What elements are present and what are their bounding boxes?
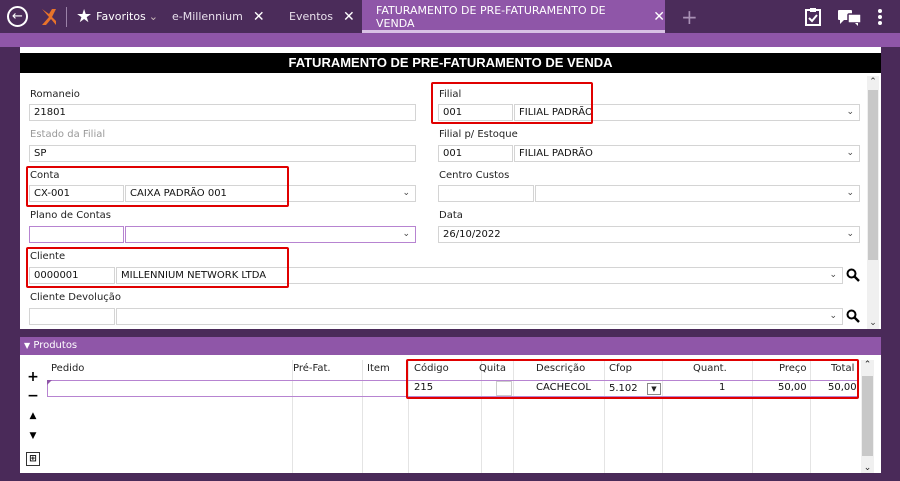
chevron-down-icon: ⌄ bbox=[402, 229, 410, 239]
scroll-up-icon[interactable]: ⌃ bbox=[867, 77, 879, 87]
tab-e-millennium[interactable]: e-Millennium ✕ bbox=[172, 0, 265, 33]
plano-contas-code-field[interactable] bbox=[29, 226, 124, 243]
filial-estoque-label: Filial p/ Estoque bbox=[439, 129, 518, 140]
tab-label: e-Millennium bbox=[172, 10, 243, 23]
col-item[interactable]: Item bbox=[367, 360, 390, 378]
row-controls: + − ▲ ▼ ⊞ bbox=[20, 355, 46, 473]
back-button[interactable]: ← bbox=[7, 0, 28, 33]
chevron-down-icon: ⌄ bbox=[829, 270, 837, 280]
add-tab-button[interactable]: + bbox=[681, 0, 698, 33]
romaneio-label: Romaneio bbox=[30, 89, 80, 100]
star-icon: ★ bbox=[76, 6, 93, 27]
filial-estoque-select[interactable]: FILIAL PADRÃO ⌄ bbox=[514, 145, 860, 162]
close-icon[interactable]: ✕ bbox=[343, 9, 355, 25]
close-icon[interactable]: ✕ bbox=[253, 9, 265, 25]
tab-label: FATURAMENTO DE PRE-FATURAMENTO DE VENDA bbox=[376, 3, 606, 30]
estado-filial-label: Estado da Filial bbox=[30, 129, 106, 140]
data-label: Data bbox=[439, 210, 463, 221]
centro-custos-select[interactable]: ⌄ bbox=[535, 185, 860, 202]
row-indicator bbox=[47, 380, 52, 385]
tab-faturamento[interactable]: FATURAMENTO DE PRE-FATURAMENTO DE VENDA … bbox=[362, 0, 665, 33]
centro-custos-label: Centro Custos bbox=[439, 170, 510, 181]
header-band bbox=[0, 33, 900, 47]
data-field[interactable]: 26/10/2022 ⌄ bbox=[438, 226, 860, 243]
produtos-section-header[interactable]: ▼ Produtos bbox=[20, 337, 881, 355]
scroll-up-icon[interactable]: ⌃ bbox=[861, 360, 874, 370]
cliente-search-icon[interactable] bbox=[846, 268, 860, 282]
scroll-down-icon[interactable]: ⌄ bbox=[861, 463, 874, 473]
filial-estoque-name: FILIAL PADRÃO bbox=[519, 148, 593, 159]
highlight-filial bbox=[431, 82, 593, 124]
add-row-button[interactable]: + bbox=[26, 369, 40, 385]
cliente-devolucao-select[interactable]: ⌄ bbox=[116, 308, 843, 325]
col-prefat[interactable]: Pré-Fat. bbox=[293, 360, 331, 378]
produtos-panel: + − ▲ ▼ ⊞ Pedido Pré-Fat. Item Código Qu… bbox=[20, 355, 881, 473]
more-menu-icon[interactable] bbox=[877, 0, 883, 33]
filial-estoque-code-field[interactable]: 001 bbox=[438, 145, 513, 162]
plano-contas-select[interactable]: ⌄ bbox=[125, 226, 416, 243]
chevron-down-icon: ⌄ bbox=[846, 148, 854, 158]
cliente-devolucao-search-icon[interactable] bbox=[846, 309, 860, 323]
chat-icon[interactable] bbox=[838, 0, 862, 33]
chevron-down-icon: ⌄ bbox=[846, 188, 854, 198]
cliente-devolucao-label: Cliente Devolução bbox=[30, 292, 122, 303]
chevron-down-icon: ⌄ bbox=[402, 188, 410, 198]
romaneio-field[interactable]: 21801 bbox=[29, 104, 416, 121]
chevron-down-icon: ⌄ bbox=[846, 107, 854, 117]
clipboard-icon[interactable] bbox=[805, 0, 821, 33]
remove-row-button[interactable]: − bbox=[26, 388, 40, 404]
highlight-produto-row bbox=[406, 359, 859, 399]
col-pedido[interactable]: Pedido bbox=[51, 360, 84, 378]
tab-eventos[interactable]: Eventos ✕ bbox=[289, 0, 355, 33]
chevron-down-icon: ⌄ bbox=[148, 10, 159, 23]
chevron-down-icon: ⌄ bbox=[846, 229, 854, 239]
tab-label: Eventos bbox=[289, 10, 333, 23]
highlight-conta bbox=[26, 166, 289, 207]
centro-custos-code-field[interactable] bbox=[438, 185, 534, 202]
grid-options-icon[interactable]: ⊞ bbox=[26, 452, 40, 466]
app-logo bbox=[40, 0, 58, 33]
estado-filial-field: SP bbox=[29, 145, 416, 162]
page-title: FATURAMENTO DE PRE-FATURAMENTO DE VENDA bbox=[20, 53, 881, 73]
grid-scrollbar[interactable]: ⌃ ⌄ bbox=[861, 360, 874, 473]
produtos-title: Produtos bbox=[33, 340, 78, 351]
highlight-cliente bbox=[26, 247, 289, 288]
collapse-arrow-icon: ▼ bbox=[24, 341, 31, 350]
top-bar: ← ★ Favoritos ⌄ e-Millennium ✕ Eventos ✕… bbox=[0, 0, 900, 33]
chevron-down-icon: ⌄ bbox=[829, 311, 837, 321]
scroll-down-icon[interactable]: ⌄ bbox=[867, 318, 879, 328]
close-icon[interactable]: ✕ bbox=[653, 9, 665, 25]
favorites-label: Favoritos bbox=[96, 10, 146, 23]
millennium-logo-icon bbox=[42, 8, 56, 25]
data-value: 26/10/2022 bbox=[443, 229, 501, 240]
favorites-menu[interactable]: ★ Favoritos ⌄ bbox=[76, 0, 158, 33]
back-arrow-icon: ← bbox=[7, 6, 28, 27]
move-up-button[interactable]: ▲ bbox=[26, 411, 40, 421]
form-panel: FATURAMENTO DE PRE-FATURAMENTO DE VENDA … bbox=[20, 47, 881, 329]
move-down-button[interactable]: ▼ bbox=[26, 431, 40, 441]
plano-contas-label: Plano de Contas bbox=[30, 210, 111, 221]
form-scrollbar[interactable]: ⌃ ⌄ bbox=[867, 76, 879, 329]
cliente-devolucao-code-field[interactable] bbox=[29, 308, 115, 325]
